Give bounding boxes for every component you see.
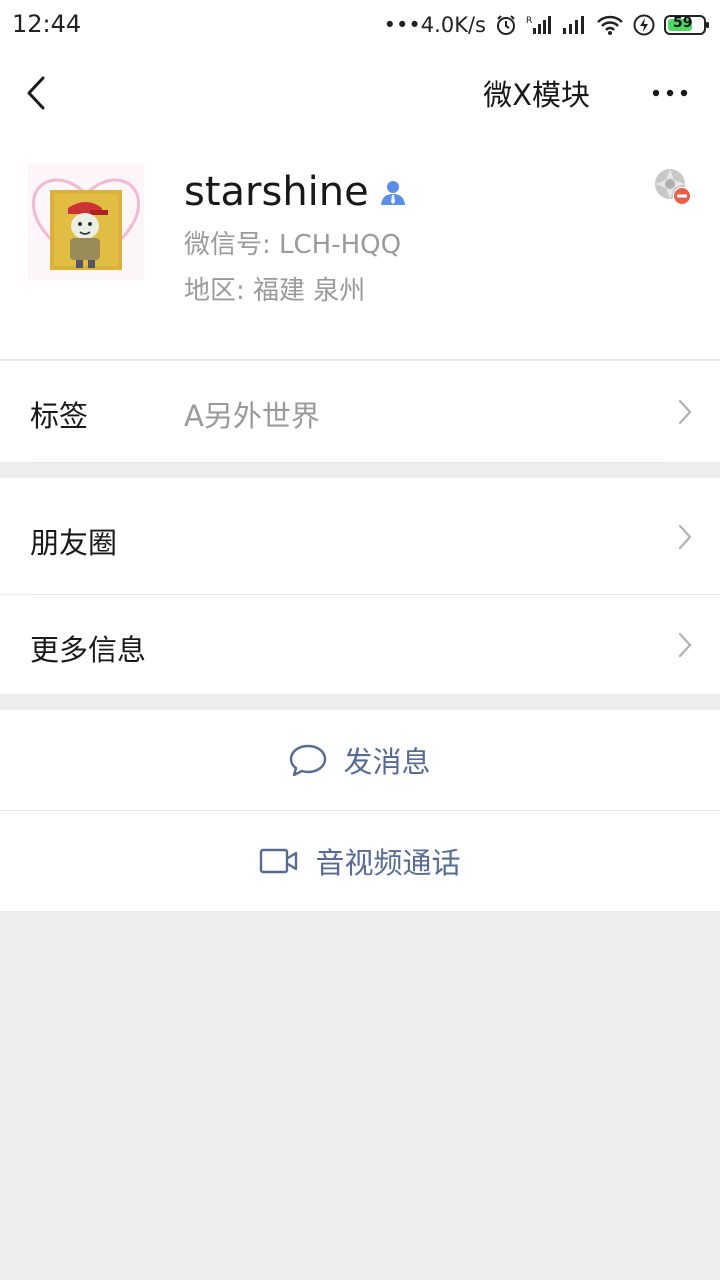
avatar[interactable] — [28, 164, 144, 280]
nickname: starshine — [184, 169, 369, 215]
network-speed: •••4.0K/s — [383, 13, 486, 37]
tag-row[interactable]: 标签 A另外世界 — [0, 361, 720, 462]
battery-level: 59 — [673, 15, 693, 31]
alarm-icon — [495, 14, 517, 36]
nickname-row: starshine — [184, 166, 407, 218]
chevron-right-icon — [678, 632, 692, 658]
status-time: 12:44 — [12, 10, 82, 38]
moments-row[interactable]: 朋友圈 — [0, 478, 720, 594]
battery-icon: 59 — [664, 14, 710, 36]
nav-bar: 微X模块 — [0, 50, 720, 136]
chevron-left-icon — [27, 76, 45, 110]
divider — [30, 462, 664, 463]
chevron-right-icon — [678, 524, 692, 550]
signal-icon: R — [526, 14, 552, 36]
chat-bubble-icon — [290, 744, 327, 777]
more-button[interactable] — [640, 70, 700, 116]
svg-text:R: R — [526, 16, 532, 26]
status-bar: 12:44 •••4.0K/s R 59 — [0, 0, 720, 50]
more-dots-icon — [652, 89, 688, 97]
tag-label: 标签 — [30, 399, 89, 433]
wechat-id: 微信号: LCH-HQQ — [184, 230, 402, 260]
more-info-label: 更多信息 — [30, 633, 147, 667]
back-button[interactable] — [14, 68, 58, 118]
video-call-button[interactable]: 音视频通话 — [0, 811, 720, 911]
moments-label: 朋友圈 — [30, 526, 118, 560]
tag-value: A另外世界 — [184, 399, 320, 433]
moments-blocked-icon[interactable] — [654, 168, 692, 206]
profile-header: starshine 微信号: LCH-HQQ 地区: 福建 泉州 — [0, 136, 720, 360]
video-camera-icon — [260, 848, 298, 874]
send-message-button[interactable]: 发消息 — [0, 710, 720, 810]
signal-icon-2 — [561, 14, 587, 36]
region: 地区: 福建 泉州 — [184, 276, 366, 306]
send-message-label: 发消息 — [343, 745, 431, 779]
status-indicators: •••4.0K/s R 59 — [384, 8, 710, 42]
charging-icon — [633, 14, 655, 36]
contact-person-icon — [380, 181, 405, 205]
chevron-right-icon — [678, 399, 692, 425]
more-info-row[interactable]: 更多信息 — [0, 595, 720, 694]
page-title: 微X模块 — [483, 78, 590, 112]
video-call-label: 音视频通话 — [315, 846, 461, 880]
wifi-icon — [596, 14, 624, 36]
